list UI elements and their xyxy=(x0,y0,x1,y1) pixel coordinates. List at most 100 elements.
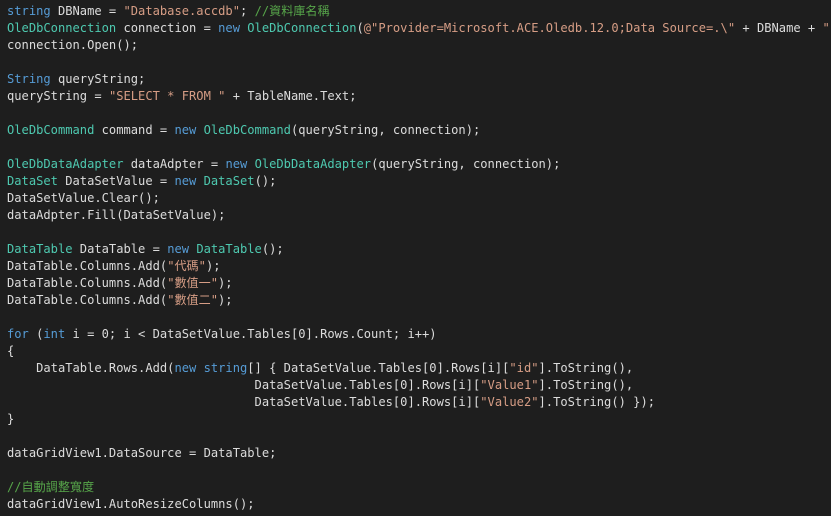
code-text-token: queryString = xyxy=(7,89,109,103)
code-text-token: { xyxy=(7,344,15,358)
comment-token: //自動調整寬度 xyxy=(7,480,95,494)
code-text-token: ); xyxy=(205,259,221,273)
type-token: OleDbDataAdapter xyxy=(254,157,372,171)
code-text-token: (queryString, connection); xyxy=(371,157,561,171)
code-text-token: ].ToString() }); xyxy=(538,395,656,409)
code-text-token: connection = xyxy=(116,21,219,35)
code-text-token: (queryString, connection); xyxy=(290,123,481,137)
code-text-token: ( xyxy=(28,327,44,341)
code-text-token: ; xyxy=(240,4,255,18)
code-line: String queryString; xyxy=(7,71,831,88)
type-token: OleDbConnection xyxy=(247,21,357,35)
code-text-token: queryString; xyxy=(50,72,146,86)
code-text-token: + DBName + xyxy=(735,21,823,35)
type-token: DataSet xyxy=(7,174,58,188)
code-text-token: DataTable = xyxy=(72,242,168,256)
code-line: DataTable.Columns.Add("數值二"); xyxy=(7,292,831,309)
keyword-token: string xyxy=(7,4,51,18)
code-text-token: DataSetValue = xyxy=(57,174,175,188)
code-text-token: DataSetValue.Clear(); xyxy=(7,191,160,205)
keyword-token: new xyxy=(167,242,190,256)
keyword-token: new xyxy=(174,123,197,137)
code-line: DataTable.Rows.Add(new string[] { DataSe… xyxy=(7,360,831,377)
code-line: DataTable DataTable = new DataTable(); xyxy=(7,241,831,258)
code-line: connection.Open(); xyxy=(7,37,831,54)
type-token: OleDbDataAdapter xyxy=(7,157,124,171)
code-text-token: ].ToString(), xyxy=(538,378,634,392)
code-line: //自動調整寬度 xyxy=(7,479,831,496)
code-text-token: DataTable.Columns.Add( xyxy=(7,293,168,307)
keyword-token: string xyxy=(203,361,248,375)
code-text-token: i = 0; i < DataSetValue.Tables[0].Rows.C… xyxy=(65,327,437,341)
code-text-token: dataGridView1.DataSource = DataTable; xyxy=(7,446,277,460)
code-line: DataSetValue.Clear(); xyxy=(7,190,831,207)
code-text-token: ); xyxy=(218,293,233,307)
string-literal-token: @"Provider=Microsoft.ACE.Oledb.12.0;Data… xyxy=(363,21,736,35)
code-text-token: DataSetValue.Tables[0].Rows[i][ xyxy=(7,378,481,392)
string-literal-token: "Value2" xyxy=(480,395,539,409)
code-text-token: dataAdpter.Fill(DataSetValue); xyxy=(7,208,226,222)
string-literal-token: "數值二" xyxy=(167,293,219,307)
type-token: DataSet xyxy=(203,174,255,188)
code-line: OleDbCommand command = new OleDbCommand(… xyxy=(7,122,831,139)
string-literal-token: "id" xyxy=(509,361,539,375)
keyword-token: new xyxy=(218,21,240,35)
keyword-token: String xyxy=(7,72,51,86)
code-text-token: DataTable.Columns.Add( xyxy=(7,259,168,273)
code-text-token: DataTable.Rows.Add( xyxy=(7,361,175,375)
string-literal-token: "代碼" xyxy=(167,259,206,273)
code-line: DataTable.Columns.Add("數值一"); xyxy=(7,275,831,292)
code-line: } xyxy=(7,411,831,428)
code-text-token: connection.Open(); xyxy=(7,38,139,52)
code-line: { xyxy=(7,343,831,360)
code-line: OleDbDataAdapter dataAdpter = new OleDbD… xyxy=(7,156,831,173)
keyword-token: for xyxy=(7,327,29,341)
code-line: OleDbConnection connection = new OleDbCo… xyxy=(7,20,831,37)
code-text-token: (); xyxy=(254,174,277,188)
code-line: DataSetValue.Tables[0].Rows[i]["Value2"]… xyxy=(7,394,831,411)
code-line: for (int i = 0; i < DataSetValue.Tables[… xyxy=(7,326,831,343)
code-text-token: + TableName.Text; xyxy=(225,89,357,103)
code-text-token: DataTable.Columns.Add( xyxy=(7,276,168,290)
code-text-token: ].ToString(), xyxy=(538,361,634,375)
code-text-token: dataAdpter = xyxy=(123,157,226,171)
keyword-token: new xyxy=(225,157,248,171)
code-line: dataGridView1.AutoResizeColumns(); xyxy=(7,496,831,513)
code-text-token: DBName = xyxy=(50,4,124,18)
code-text-token: ); xyxy=(218,276,233,290)
code-line: dataAdpter.Fill(DataSetValue); xyxy=(7,207,831,224)
type-token: DataTable xyxy=(7,242,73,256)
keyword-token: new xyxy=(174,174,197,188)
code-editor[interactable]: string DBName = "Database.accdb"; //資料庫名… xyxy=(0,0,831,516)
comment-token: //資料庫名稱 xyxy=(254,4,330,18)
code-line: queryString = "SELECT * FROM " + TableNa… xyxy=(7,88,831,105)
code-line: string DBName = "Database.accdb"; //資料庫名… xyxy=(7,3,831,20)
code-text-token: (); xyxy=(261,242,284,256)
string-literal-token: "Value1" xyxy=(480,378,539,392)
code-line: DataSet DataSetValue = new DataSet(); xyxy=(7,173,831,190)
code-text-token: [] { DataSetValue.Tables[0].Rows[i][ xyxy=(247,361,510,375)
keyword-token: int xyxy=(43,327,66,341)
string-literal-token: "SELECT * FROM " xyxy=(108,89,226,103)
code-text-token: ( xyxy=(356,21,364,35)
code-line: DataTable.Columns.Add("代碼"); xyxy=(7,258,831,275)
string-literal-token: "Database.accdb" xyxy=(123,4,241,18)
string-literal-token: ";" xyxy=(822,21,831,35)
type-token: OleDbConnection xyxy=(7,21,117,35)
code-text-token: command = xyxy=(94,123,175,137)
keyword-token: new xyxy=(174,361,197,375)
code-text-token: } xyxy=(7,412,15,426)
type-token: OleDbCommand xyxy=(7,123,95,137)
code-line: DataSetValue.Tables[0].Rows[i]["Value1"]… xyxy=(7,377,831,394)
